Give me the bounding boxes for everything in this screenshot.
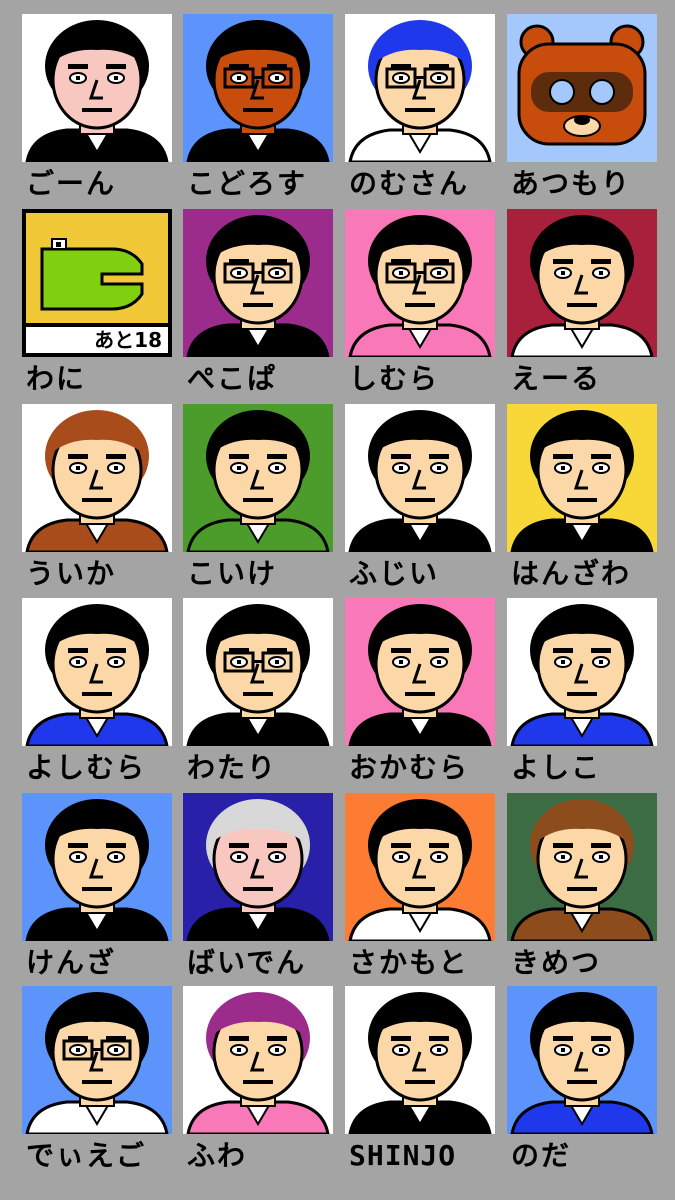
character-name: こどろす (187, 167, 308, 200)
character-portrait[interactable] (507, 598, 657, 746)
character-cell[interactable]: よしむら (22, 598, 172, 788)
character-name: さかもと (349, 946, 469, 979)
character-cell[interactable]: よしこ (507, 598, 657, 788)
character-name: ごーん (26, 167, 117, 200)
character-cell[interactable]: あつもり (507, 14, 657, 204)
character-name: はんざわ (511, 557, 632, 590)
remaining-count-badge: あと18 (26, 327, 168, 353)
character-portrait[interactable] (183, 793, 333, 941)
character-cell[interactable]: あと18 わに (22, 209, 172, 399)
character-portrait[interactable] (22, 986, 172, 1134)
character-name: ばいでん (187, 946, 307, 979)
character-name: しむら (349, 362, 440, 395)
character-portrait[interactable] (507, 793, 657, 941)
character-cell[interactable]: えーる (507, 209, 657, 399)
character-portrait[interactable] (345, 14, 495, 162)
character-cell[interactable]: ふじい (345, 404, 495, 594)
character-cell[interactable]: でぃえご (22, 986, 172, 1176)
character-portrait[interactable] (183, 404, 333, 552)
character-cell[interactable]: ぺこぱ (183, 209, 333, 399)
character-portrait[interactable] (507, 404, 657, 552)
character-cell[interactable]: ういか (22, 404, 172, 594)
tanuki-icon (517, 24, 647, 146)
character-cell[interactable]: ふわ (183, 986, 333, 1176)
character-portrait[interactable] (183, 986, 333, 1134)
character-name: わたり (187, 751, 278, 784)
character-cell[interactable]: さかもと (345, 793, 495, 983)
character-name: でぃえご (26, 1139, 147, 1172)
character-cell[interactable]: きめつ (507, 793, 657, 983)
character-portrait[interactable] (507, 14, 657, 162)
character-cell[interactable]: はんざわ (507, 404, 657, 594)
character-portrait[interactable] (345, 793, 495, 941)
character-portrait[interactable] (507, 986, 657, 1134)
character-cell[interactable]: こいけ (183, 404, 333, 594)
character-name: よしむら (26, 751, 147, 784)
character-cell[interactable]: おかむら (345, 598, 495, 788)
character-cell[interactable]: しむら (345, 209, 495, 399)
character-portrait[interactable] (22, 404, 172, 552)
character-name: ういか (26, 557, 117, 590)
character-portrait[interactable] (22, 14, 172, 162)
character-name: ふじい (349, 557, 440, 590)
character-cell[interactable]: ばいでん (183, 793, 333, 983)
character-name: あつもり (511, 167, 632, 200)
character-name: きめつ (511, 946, 602, 979)
character-name: けんざ (26, 946, 117, 979)
character-cell[interactable]: のだ (507, 986, 657, 1176)
character-portrait[interactable] (507, 209, 657, 357)
character-portrait[interactable] (183, 14, 333, 162)
character-portrait[interactable] (183, 209, 333, 357)
character-portrait[interactable] (345, 404, 495, 552)
character-cell[interactable]: ごーん (22, 14, 172, 204)
character-name: ぺこぱ (187, 362, 278, 395)
character-portrait[interactable]: あと18 (22, 209, 172, 357)
character-portrait[interactable] (22, 793, 172, 941)
character-name: わに (26, 362, 87, 395)
character-portrait[interactable] (345, 986, 495, 1134)
character-portrait[interactable] (345, 598, 495, 746)
character-portrait[interactable] (183, 598, 333, 746)
character-name: ふわ (187, 1139, 248, 1172)
character-select-grid: ごーん こどろす のむさん あつもりあと18 わに ぺこぱ しむら えーるういか こいけ ふじい は… (0, 0, 675, 1200)
character-name: のだ (511, 1139, 572, 1172)
character-name: おかむら (349, 751, 470, 784)
character-cell[interactable]: けんざ (22, 793, 172, 983)
character-name: SHINJO (349, 1139, 457, 1172)
character-cell[interactable]: SHINJO (345, 986, 495, 1176)
character-cell[interactable]: のむさん (345, 14, 495, 204)
character-name: よしこ (511, 751, 602, 784)
character-name: のむさん (349, 167, 470, 200)
character-portrait[interactable] (22, 598, 172, 746)
character-portrait[interactable] (345, 209, 495, 357)
character-cell[interactable]: こどろす (183, 14, 333, 204)
character-name: えーる (511, 362, 602, 395)
character-cell[interactable]: わたり (183, 598, 333, 788)
character-name: こいけ (187, 557, 278, 590)
